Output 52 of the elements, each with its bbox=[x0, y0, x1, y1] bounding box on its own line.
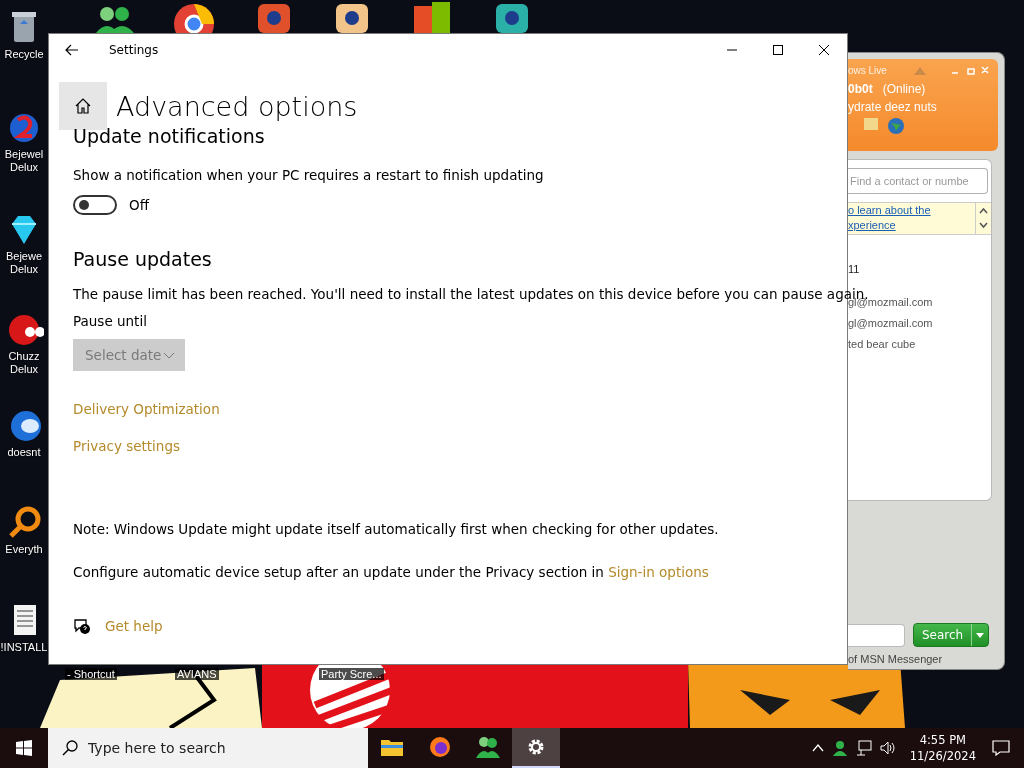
search-input[interactable] bbox=[848, 623, 905, 647]
contact-entry[interactable]: ted bear cube bbox=[848, 334, 991, 355]
section-heading: Update notifications bbox=[73, 124, 265, 148]
window-title: Settings bbox=[109, 43, 159, 57]
icon-label[interactable]: Bejewel Delux bbox=[0, 148, 48, 174]
section-heading: Pause updates bbox=[73, 247, 212, 271]
browser-icon bbox=[429, 736, 451, 758]
toggle-label: Off bbox=[129, 196, 149, 214]
home-icon bbox=[74, 97, 92, 115]
network-icon[interactable] bbox=[855, 740, 872, 756]
note-text: Note: Windows Update might update itself automatically first when checking for other updates. bbox=[73, 520, 719, 538]
window-title: ows Live bbox=[848, 65, 887, 76]
icon-label[interactable]: doesnt bbox=[0, 446, 48, 459]
chevron-down-icon bbox=[163, 351, 175, 359]
icon-label[interactable]: Party Scre... bbox=[319, 668, 384, 680]
taskbar-app[interactable] bbox=[512, 728, 560, 768]
home-button[interactable] bbox=[59, 82, 107, 130]
icon-label[interactable]: Chuzz Delux bbox=[0, 350, 48, 376]
folder-icon bbox=[381, 738, 403, 756]
settings-icon bbox=[526, 737, 546, 757]
icon-label[interactable]: - Shortcut bbox=[65, 668, 117, 680]
help-icon[interactable] bbox=[73, 617, 91, 635]
close-icon bbox=[819, 45, 829, 55]
icon-label[interactable]: Everyth bbox=[0, 543, 48, 556]
contact-entry[interactable]: 11 bbox=[848, 259, 991, 280]
clock-time[interactable]: 4:55 PM bbox=[919, 732, 966, 748]
search-field[interactable]: Type here to search bbox=[48, 728, 368, 768]
contact-entry[interactable]: gl@mozmail.com bbox=[848, 313, 991, 334]
chevron-up-icon[interactable] bbox=[811, 744, 824, 752]
icon-label[interactable]: !INSTALL bbox=[0, 641, 48, 654]
search-icon bbox=[62, 740, 78, 756]
icon-label[interactable]: AVIANS bbox=[175, 668, 219, 680]
page-title: Advanced options bbox=[116, 90, 358, 122]
info-text: Configure automatic device setup after an update under the Privacy section in Sign-in options bbox=[73, 563, 709, 581]
caret-icon bbox=[976, 632, 984, 638]
footer-text: of MSN Messenger bbox=[848, 653, 944, 667]
field-label: Pause until bbox=[73, 312, 147, 330]
people-icon bbox=[476, 736, 500, 758]
icon-label[interactable]: Recycle bbox=[0, 48, 48, 61]
search-field[interactable]: Find a contact or numbe bbox=[848, 168, 988, 194]
notification-icon[interactable] bbox=[992, 740, 1010, 756]
windows-logo-icon bbox=[16, 740, 32, 756]
banner-link[interactable]: o learn about the bbox=[848, 203, 931, 218]
toggle-switch[interactable] bbox=[73, 195, 117, 215]
clock-date[interactable]: 11/26/2024 bbox=[909, 748, 976, 764]
banner-link[interactable]: xperience bbox=[848, 218, 931, 233]
maximize-icon bbox=[773, 45, 783, 55]
icon-label[interactable]: Bejewe Delux bbox=[0, 250, 48, 276]
setting-description: Show a notification when your PC requires a restart to finish updating bbox=[73, 166, 544, 184]
volume-icon[interactable] bbox=[879, 740, 896, 756]
back-arrow-icon bbox=[65, 44, 79, 56]
person-icon[interactable] bbox=[831, 740, 848, 756]
